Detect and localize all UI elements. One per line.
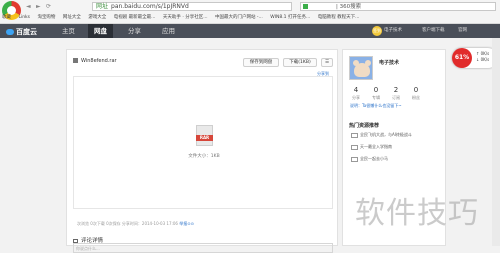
bookmark-item[interactable]: 网址大全 — [63, 13, 81, 23]
stat-value: 4 — [353, 86, 359, 94]
file-preview: RAR 文件大小：1KB — [73, 76, 333, 209]
watermark: 软件技巧 — [355, 196, 479, 231]
stat-label: 分享 — [352, 95, 360, 100]
speed-text: ↑ 0K/s ↓ 0K/s — [476, 51, 489, 63]
avatar-face — [354, 63, 370, 77]
forward-icon[interactable]: ► — [36, 3, 41, 10]
stat-value: 0 — [373, 86, 379, 94]
bookmark-bar: 收藏 Links 淘宝购物 网址大全 游戏大全 电视剧 最新最全最... 天天助… — [2, 13, 498, 23]
bookmark-item[interactable]: 天天助手 · 分享社区... — [163, 13, 208, 23]
url-text: pan.baidu.com/s/1pJRNVd — [111, 3, 189, 10]
tab-share[interactable]: 分享 — [122, 24, 147, 38]
search-engine-icon — [303, 4, 308, 9]
stat-value: 0 — [413, 86, 419, 94]
site-logo-text: 百度云 — [16, 28, 37, 36]
official-site-link[interactable]: 官网 — [458, 24, 467, 38]
refresh-icon[interactable]: ⟳ — [46, 3, 51, 10]
video-icon — [351, 144, 358, 150]
tab-netdisk[interactable]: 网盘 — [88, 24, 113, 38]
video-icon — [351, 156, 358, 162]
file-meta-text: 次浏览 0次下载 0次保存 分享时间：2014-10-03 17:06 — [77, 221, 178, 226]
address-bar[interactable]: 网址 pan.baidu.com/s/1pJRNVd — [92, 2, 292, 11]
search-text: | 360搜索 — [336, 4, 362, 10]
hot-item[interactable]: 全民一起去小马 — [351, 156, 443, 162]
bookmark-item[interactable]: 收藏 — [2, 13, 11, 23]
bookmark-item[interactable]: 游戏大全 — [88, 13, 106, 23]
download-button[interactable]: 下载(1KB) — [283, 58, 317, 67]
back-icon[interactable]: ◄ — [26, 3, 31, 10]
hot-item[interactable]: 天一最全入学指南 — [351, 144, 443, 150]
header-user-name[interactable]: 电子技术 — [384, 24, 402, 38]
bookmark-item[interactable]: 电脑教程 教程天下... — [318, 13, 360, 23]
hot-item-text: 全民一起去小马 — [360, 156, 388, 161]
bookmark-item[interactable]: WIN8.1 打开任务... — [270, 13, 310, 23]
hot-item[interactable]: 全民飞机大战，与AI终极战斗 — [351, 132, 443, 138]
file-size: 文件大小：1KB — [188, 154, 220, 159]
tab-home[interactable]: 主页 — [56, 24, 81, 38]
browser-toolbar: ◄ ► ⟳ 网址 pan.baidu.com/s/1pJRNVd | 360搜索 … — [0, 0, 500, 24]
bookmark-item[interactable]: Links — [18, 13, 30, 23]
video-icon — [351, 132, 358, 138]
stat-value: 2 — [393, 86, 399, 94]
site-logo[interactable]: 百度云 — [6, 27, 37, 37]
bookmark-item[interactable]: 中国最大的门户网站 -... — [215, 13, 263, 23]
file-meta: 次浏览 0次下载 0次保存 分享时间：2014-10-03 17:06 举报⊙⊙ — [77, 221, 194, 227]
stat-label: 专辑 — [372, 95, 380, 100]
client-download-link[interactable]: 客户端下载 — [422, 24, 445, 38]
bookmark-item[interactable]: 淘宝购物 — [37, 13, 55, 23]
hot-item-text: 天一最全入学指南 — [360, 144, 392, 149]
hot-resources-title: 热门资源推荐 — [349, 123, 380, 129]
file-type-label: RAR — [196, 135, 213, 141]
stat-shares[interactable]: 4 分享 — [347, 86, 365, 101]
search-input[interactable]: | 360搜索 — [300, 2, 496, 11]
comment-input[interactable]: 你说点什么... — [73, 243, 333, 253]
file-title: Win8efend.rar — [73, 58, 117, 64]
stat-label: 订阅 — [392, 95, 400, 100]
site-header: 百度云 主页 网盘 分享 应用 客户端下载 官网 — [0, 24, 500, 38]
file-panel: Win8efend.rar 保存到网盘 下载(1KB) ☰ 分享到 RAR 文件… — [66, 49, 338, 253]
memory-percent: 61% — [452, 48, 472, 68]
save-to-disk-button[interactable]: 保存到网盘 — [243, 58, 279, 67]
sign-in-badge[interactable]: 签到 — [372, 26, 382, 36]
download-speed: ↓ 0K/s — [476, 57, 490, 62]
cloud-icon — [6, 29, 14, 35]
archive-icon — [73, 58, 78, 63]
hot-item-text: 全民飞机大战，与AI终极战斗 — [360, 132, 412, 137]
user-message: 说明：Ta很懒什么也没留下~ — [350, 103, 402, 108]
rar-file-icon: RAR — [196, 125, 213, 146]
comment-icon — [73, 238, 78, 243]
tab-apps[interactable]: 应用 — [156, 24, 181, 38]
sidebar-user-name[interactable]: 电子技术 — [379, 59, 399, 66]
stat-albums[interactable]: 0 专辑 — [367, 86, 385, 101]
report-link[interactable]: 举报⊙⊙ — [179, 221, 194, 226]
stat-fans[interactable]: 0 粉丝 — [407, 86, 425, 101]
stat-subscriptions[interactable]: 2 订阅 — [387, 86, 405, 101]
stat-label: 粉丝 — [412, 95, 420, 100]
bookmark-item[interactable]: 电视剧 最新最全最... — [114, 13, 156, 23]
more-button[interactable]: ☰ — [321, 58, 333, 67]
avatar[interactable] — [349, 56, 373, 80]
file-name: Win8efend.rar — [81, 58, 117, 64]
url-prefix: 网址 — [96, 3, 109, 10]
page-scrollbar[interactable] — [492, 38, 500, 246]
